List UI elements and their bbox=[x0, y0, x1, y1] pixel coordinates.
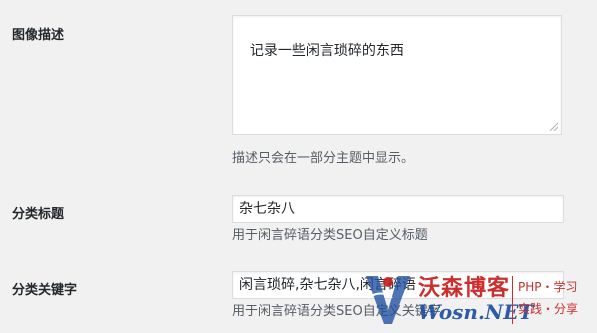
watermark-tag-1: PHP・学习 bbox=[518, 280, 578, 294]
category-title-input[interactable]: 杂七杂八 bbox=[232, 195, 564, 223]
watermark-tag-2: 实践・分享 bbox=[518, 302, 579, 316]
category-title-label: 分类标题 bbox=[12, 207, 65, 222]
image-description-textarea[interactable]: 记录一些闲言琐碎的东西 bbox=[232, 15, 562, 135]
image-description-label: 图像描述 bbox=[12, 28, 65, 43]
watermark-domain: Wosn.NET bbox=[418, 300, 534, 324]
category-title-hint: 用于闲言碎语分类SEO自定义标题 bbox=[232, 228, 428, 243]
watermark-divider bbox=[512, 276, 513, 324]
category-keywords-label: 分类关键字 bbox=[12, 283, 78, 298]
category-title-value: 杂七杂八 bbox=[239, 201, 295, 217]
resize-handle-icon[interactable] bbox=[550, 123, 558, 131]
watermark-logo-icon bbox=[366, 276, 410, 324]
site-watermark: 沃森博客 Wosn.NET PHP・学习 实践・分享 bbox=[362, 270, 594, 330]
image-description-text: 记录一些闲言琐碎的东西 bbox=[249, 42, 404, 59]
image-description-hint: 描述只会在一部分主题中显示。 bbox=[232, 151, 415, 166]
watermark-title: 沃森博客 bbox=[418, 275, 511, 301]
